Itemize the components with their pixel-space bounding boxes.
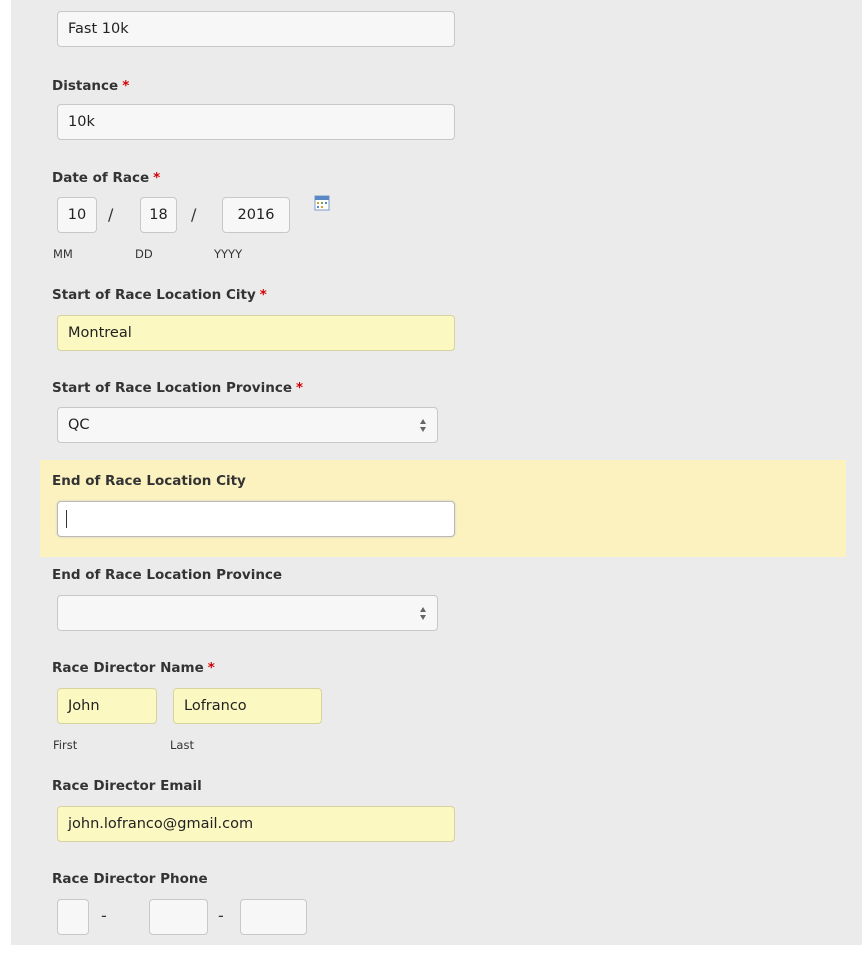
distance-label-text: Distance — [52, 78, 119, 94]
start-province-label-text: Start of Race Location Province — [52, 380, 292, 396]
start-province-label: Start of Race Location Province * — [52, 380, 303, 396]
director-first-name-input[interactable]: John — [57, 688, 157, 724]
start-city-input[interactable]: Montreal — [57, 315, 455, 351]
end-city-label: End of Race Location City — [52, 473, 246, 489]
date-year-sublabel: YYYY — [214, 247, 243, 261]
phone-separator: - — [218, 906, 224, 925]
start-province-value: QC — [68, 417, 90, 433]
required-marker: * — [259, 287, 267, 303]
date-month-input[interactable]: 10 — [57, 197, 97, 233]
director-name-label-text: Race Director Name — [52, 660, 204, 676]
phone-area-code-input[interactable] — [57, 899, 89, 935]
race-name-input[interactable]: Fast 10k — [57, 11, 455, 47]
date-of-race-label-text: Date of Race — [52, 170, 150, 186]
director-last-name-input[interactable]: Lofranco — [173, 688, 322, 724]
director-phone-label: Race Director Phone — [52, 871, 208, 887]
date-year-input[interactable]: 2016 — [222, 197, 290, 233]
distance-input[interactable]: 10k — [57, 104, 455, 140]
director-email-input[interactable]: john.lofranco@gmail.com — [57, 806, 455, 842]
form-panel: Fast 10k Distance * 10k Date of Race * 10 … — [11, 0, 862, 945]
start-city-label-text: Start of Race Location City — [52, 287, 256, 303]
first-name-sublabel: First — [53, 738, 78, 752]
phone-separator: - — [101, 906, 107, 925]
start-province-select[interactable]: QC — [57, 407, 438, 443]
select-arrows-icon — [420, 419, 427, 432]
end-province-select[interactable] — [57, 595, 438, 631]
phone-line-input[interactable] — [240, 899, 307, 935]
date-of-race-label: Date of Race * — [52, 170, 160, 186]
required-marker: * — [296, 380, 304, 396]
date-month-sublabel: MM — [53, 247, 73, 261]
date-separator: / — [108, 205, 114, 224]
end-city-input[interactable] — [57, 501, 455, 537]
start-city-label: Start of Race Location City * — [52, 287, 267, 303]
date-day-input[interactable]: 18 — [140, 197, 177, 233]
last-name-sublabel: Last — [170, 738, 194, 752]
distance-label: Distance * — [52, 78, 129, 94]
required-marker: * — [153, 170, 161, 186]
phone-prefix-input[interactable] — [149, 899, 208, 935]
date-separator: / — [191, 205, 197, 224]
end-province-label: End of Race Location Province — [52, 567, 283, 583]
director-email-label: Race Director Email — [52, 778, 202, 794]
date-day-sublabel: DD — [135, 247, 153, 261]
calendar-icon[interactable] — [314, 195, 330, 211]
select-arrows-icon — [420, 607, 427, 620]
text-cursor — [66, 510, 67, 528]
required-marker: * — [207, 660, 215, 676]
required-marker: * — [122, 78, 130, 94]
director-name-label: Race Director Name * — [52, 660, 215, 676]
